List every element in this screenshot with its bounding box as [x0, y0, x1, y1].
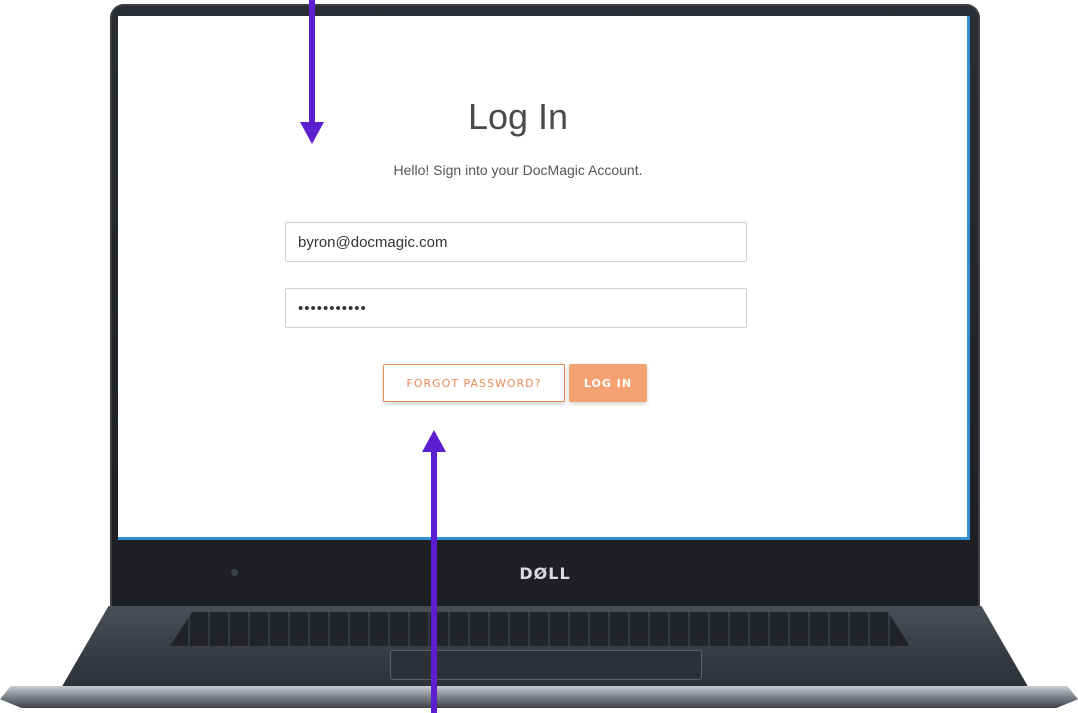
webcam-icon: [231, 569, 238, 576]
forgot-password-button[interactable]: FORGOT PASSWORD?: [383, 364, 565, 402]
annotation-arrow-up-icon: [422, 430, 446, 713]
log-in-button[interactable]: LOG IN: [569, 364, 647, 402]
dell-logo: DØLL: [519, 564, 571, 583]
laptop-base-edge: [0, 686, 1078, 708]
password-field[interactable]: [285, 288, 747, 328]
keyboard: [170, 612, 910, 646]
page-title: Log In: [467, 96, 569, 137]
annotation-arrow-down-icon: [300, 0, 324, 144]
page-subtitle: Hello! Sign into your DocMagic Account.: [393, 162, 643, 178]
laptop-lid: Log In Hello! Sign into your DocMagic Ac…: [110, 4, 980, 610]
email-field[interactable]: [285, 222, 747, 262]
laptop-screen: Log In Hello! Sign into your DocMagic Ac…: [118, 16, 970, 540]
